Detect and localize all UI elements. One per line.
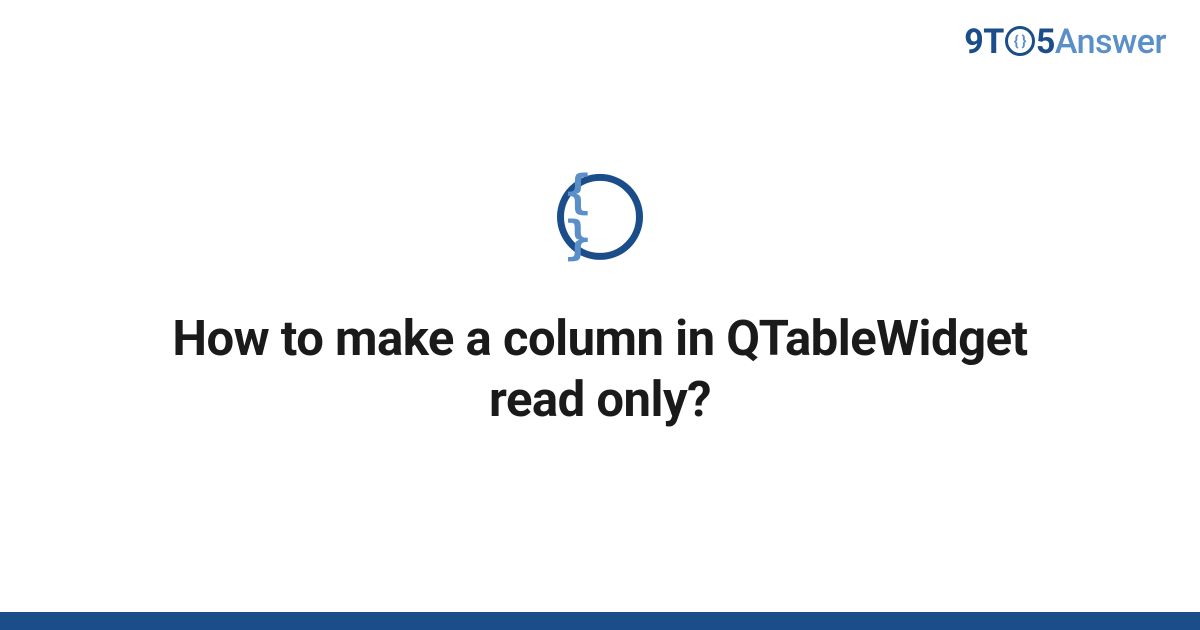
logo-circle-icon: { } [1005, 26, 1035, 56]
site-logo: 9T { } 5Answer [964, 22, 1166, 62]
logo-text-answer: Answer [1055, 22, 1166, 62]
footer-bar [0, 612, 1200, 630]
question-title: How to make a column in QTableWidget rea… [150, 308, 1050, 431]
logo-text-9t: 9T [964, 22, 1004, 62]
logo-text-5: 5 [1036, 22, 1055, 62]
code-braces-icon: { } [557, 174, 643, 260]
logo-circle-braces: { } [1014, 32, 1026, 50]
main-content: { } How to make a column in QTableWidget… [0, 174, 1200, 431]
braces-glyph: { } [564, 169, 636, 261]
